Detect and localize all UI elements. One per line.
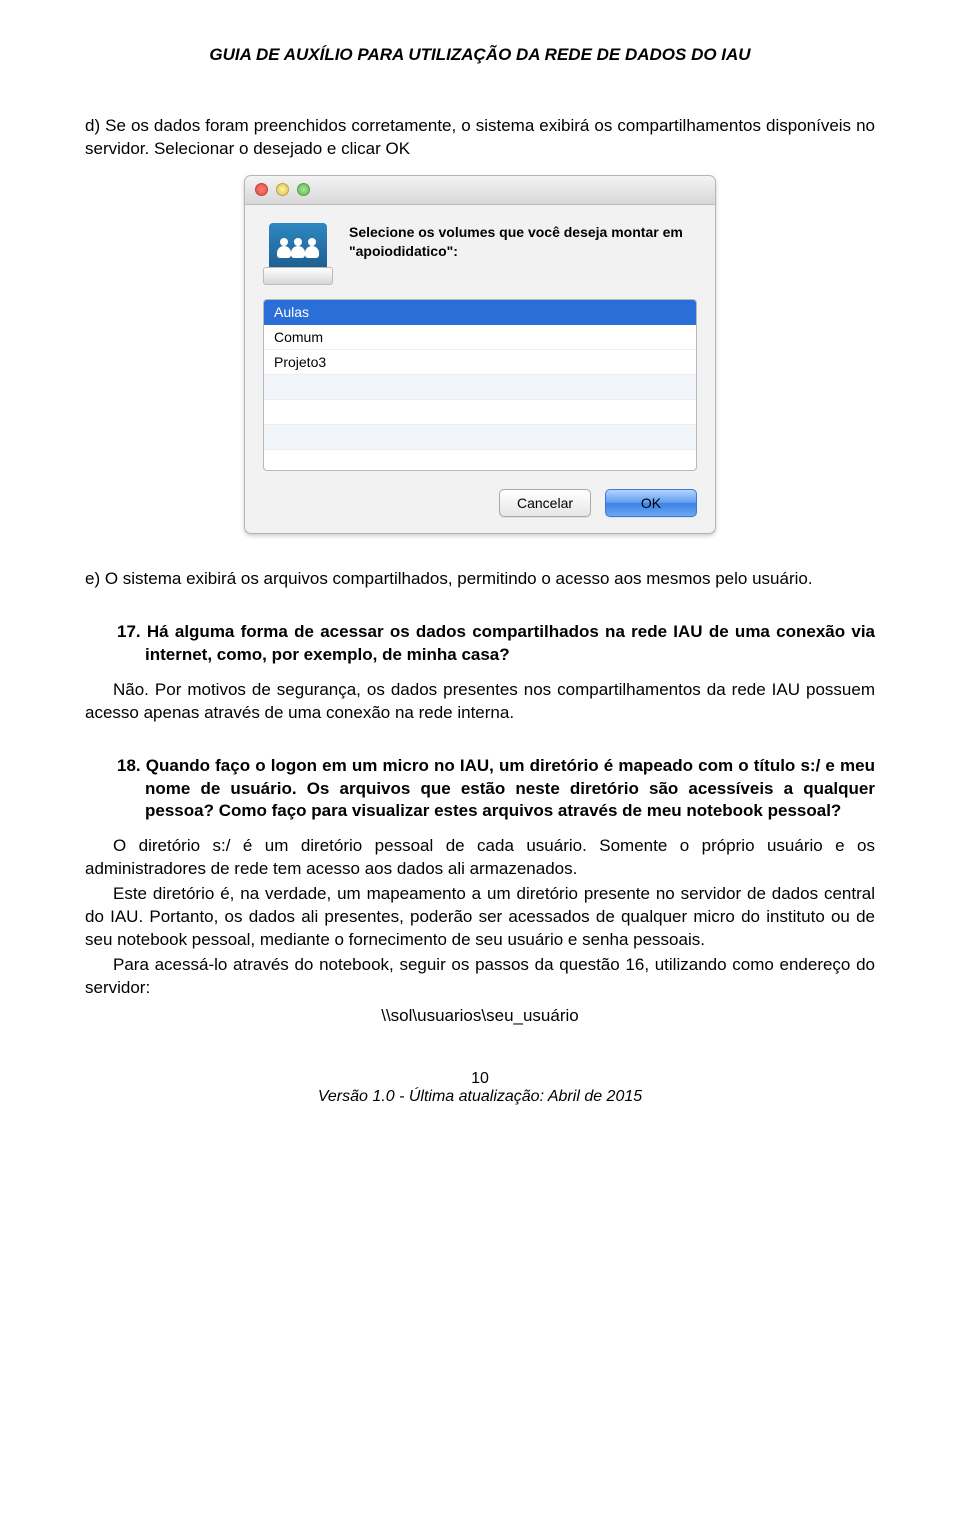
mac-dialog-window: Selecione os volumes que você deseja mon… — [244, 175, 716, 534]
list-item-empty — [264, 425, 696, 450]
list-item-empty — [264, 375, 696, 400]
footer-version: Versão 1.0 - Última atualização: Abril d… — [85, 1088, 875, 1106]
list-item[interactable]: Projeto3 — [264, 350, 696, 375]
minimize-icon[interactable] — [276, 183, 289, 196]
list-item[interactable]: Comum — [264, 325, 696, 350]
dialog-message: Selecione os volumes que você deseja mon… — [349, 223, 697, 261]
server-path: \\sol\usuarios\seu_usuário — [85, 1006, 875, 1026]
question-18: 18. Quando faço o logon em um micro no I… — [85, 755, 875, 824]
paragraph-e: e) O sistema exibirá os arquivos compart… — [85, 568, 875, 591]
answer-18-p3: Para acessá-lo através do notebook, segu… — [85, 954, 875, 1000]
page-number: 10 — [85, 1070, 875, 1088]
close-icon[interactable] — [255, 183, 268, 196]
zoom-icon[interactable] — [297, 183, 310, 196]
screenshot-dialog: Selecione os volumes que você deseja mon… — [85, 175, 875, 534]
network-drive-icon — [263, 223, 333, 285]
window-titlebar — [245, 176, 715, 205]
volumes-listbox[interactable]: Aulas Comum Projeto3 — [263, 299, 697, 471]
cancel-button[interactable]: Cancelar — [499, 489, 591, 517]
question-17: 17. Há alguma forma de acessar os dados … — [85, 621, 875, 667]
list-item-empty — [264, 400, 696, 425]
list-item-empty — [264, 450, 696, 471]
answer-17: Não. Por motivos de segurança, os dados … — [85, 679, 875, 725]
list-item[interactable]: Aulas — [264, 300, 696, 325]
page-header-title: GUIA DE AUXÍLIO PARA UTILIZAÇÃO DA REDE … — [85, 45, 875, 65]
paragraph-d: d) Se os dados foram preenchidos correta… — [85, 115, 875, 161]
answer-18-p2: Este diretório é, na verdade, um mapeame… — [85, 883, 875, 952]
answer-18-p1: O diretório s:/ é um diretório pessoal d… — [85, 835, 875, 881]
ok-button[interactable]: OK — [605, 489, 697, 517]
